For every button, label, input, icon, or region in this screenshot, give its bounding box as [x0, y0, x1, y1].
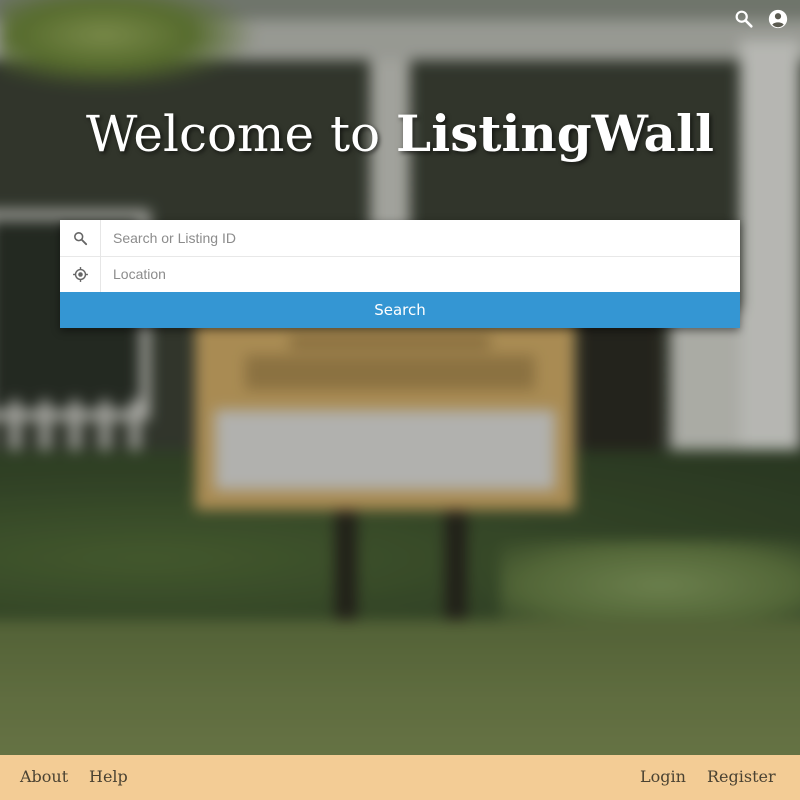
welcome-text: Welcome to: [86, 105, 381, 163]
footer-link-login[interactable]: Login: [640, 767, 686, 786]
search-card: Search: [60, 220, 740, 328]
crosshair-icon[interactable]: [60, 256, 101, 292]
account-circle-icon[interactable]: [767, 8, 789, 30]
brand-name: ListingWall: [396, 104, 714, 163]
search-icon: [60, 220, 101, 256]
page-title: Welcome to ListingWall: [0, 104, 800, 163]
footer-link-about[interactable]: About: [20, 767, 68, 786]
search-button[interactable]: Search: [60, 292, 740, 328]
query-row: [60, 220, 740, 257]
location-input[interactable]: [101, 256, 733, 291]
footer: About Help Login Register: [0, 755, 800, 800]
footer-link-help[interactable]: Help: [89, 767, 128, 786]
search-input[interactable]: [101, 220, 733, 255]
location-row: [60, 256, 740, 293]
search-icon[interactable]: [733, 8, 755, 30]
footer-link-register[interactable]: Register: [707, 767, 776, 786]
